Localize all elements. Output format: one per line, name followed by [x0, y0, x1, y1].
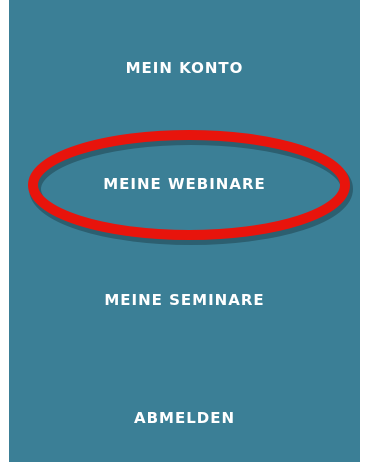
account-menu: MEIN KONTO MEINE WEBINARE MEINE SEMINARE… — [9, 0, 360, 462]
menu-item-abmelden[interactable]: ABMELDEN — [9, 408, 360, 428]
screenshot-frame: MEIN KONTO MEINE WEBINARE MEINE SEMINARE… — [0, 0, 369, 462]
menu-item-meine-webinare[interactable]: MEINE WEBINARE — [9, 174, 360, 194]
menu-item-mein-konto[interactable]: MEIN KONTO — [9, 58, 360, 78]
menu-item-meine-seminare[interactable]: MEINE SEMINARE — [9, 290, 360, 310]
